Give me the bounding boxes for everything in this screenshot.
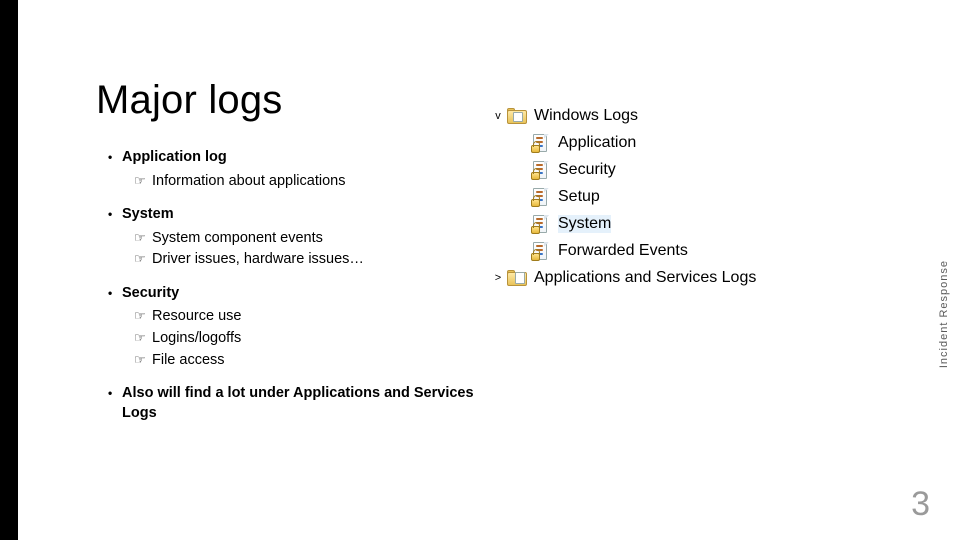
slide-title: Major logs bbox=[96, 78, 283, 123]
tree-item-label: System bbox=[558, 215, 611, 233]
tree-item-windows-logs[interactable]: v Windows Logs bbox=[490, 102, 832, 129]
tree-item-label: Forwarded Events bbox=[558, 242, 688, 260]
bullet-security: Security bbox=[108, 284, 508, 304]
event-viewer-tree: v Windows Logs Application Security Setu… bbox=[490, 102, 832, 291]
log-icon bbox=[530, 133, 552, 153]
bullet-application-log: Application log bbox=[108, 148, 508, 168]
chevron-down-icon[interactable]: v bbox=[490, 110, 506, 122]
log-icon bbox=[530, 187, 552, 207]
log-icon bbox=[530, 160, 552, 180]
tree-item-forwarded-events[interactable]: Forwarded Events bbox=[490, 237, 832, 264]
bullet-system: System bbox=[108, 205, 508, 225]
slide: Major logs Application log Information a… bbox=[0, 0, 960, 540]
sub-bullet: File access bbox=[134, 351, 508, 371]
chevron-right-icon[interactable]: > bbox=[490, 272, 506, 284]
log-icon bbox=[530, 241, 552, 261]
tree-item-setup[interactable]: Setup bbox=[490, 183, 832, 210]
page-number: 3 bbox=[911, 485, 930, 524]
tree-item-apps-services-logs[interactable]: > Applications and Services Logs bbox=[490, 264, 832, 291]
bullet-apps-services: Also will find a lot under Applications … bbox=[108, 384, 508, 423]
folder-icon bbox=[506, 268, 528, 288]
sub-bullet: Logins/logoffs bbox=[134, 329, 508, 349]
sub-bullet: Information about applications bbox=[134, 172, 508, 192]
tree-item-label: Security bbox=[558, 161, 616, 179]
sub-bullet: Resource use bbox=[134, 307, 508, 327]
sub-bullet: System component events bbox=[134, 229, 508, 249]
slide-accent-bar bbox=[0, 0, 18, 540]
tree-item-label: Application bbox=[558, 134, 636, 152]
tree-item-label: Applications and Services Logs bbox=[534, 269, 756, 287]
slide-content: Application log Information about applic… bbox=[108, 148, 508, 437]
tree-item-security[interactable]: Security bbox=[490, 156, 832, 183]
sub-bullet: Driver issues, hardware issues… bbox=[134, 250, 508, 270]
folder-icon bbox=[506, 106, 528, 126]
side-label: Incident Response bbox=[938, 260, 950, 368]
tree-item-system[interactable]: System bbox=[490, 210, 832, 237]
tree-item-application[interactable]: Application bbox=[490, 129, 832, 156]
tree-item-label: Windows Logs bbox=[534, 107, 638, 125]
tree-item-label: Setup bbox=[558, 188, 600, 206]
log-icon bbox=[530, 214, 552, 234]
